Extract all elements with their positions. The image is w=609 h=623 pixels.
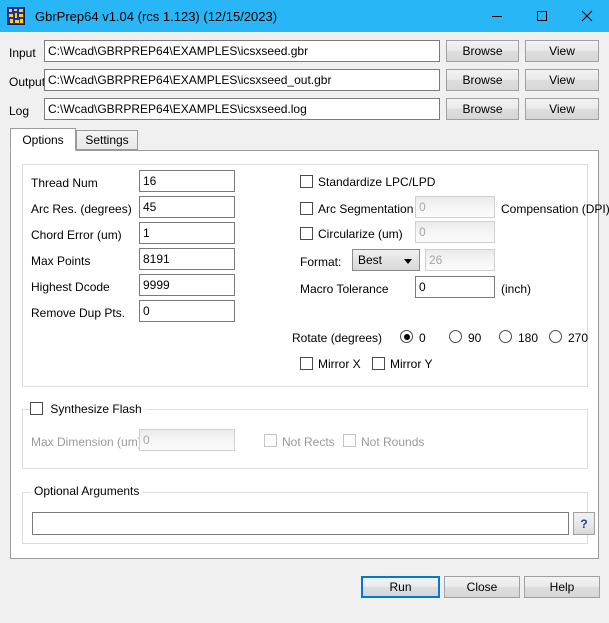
output-browse-button[interactable]: Browse [446,69,519,91]
rotate-radio-270-label: 270 [568,331,589,345]
tab-page-options: Thread Num 16 Arc Res. (degrees) 45 Chor… [10,150,609,559]
tab-settings[interactable]: Settings [76,130,138,150]
not-rects-checkbox[interactable] [264,434,277,447]
output-label: Output [9,75,46,89]
max-dimension-field[interactable]: 0 [139,429,235,451]
output-path-field[interactable]: C:\Wcad\GBRPREP64\EXAMPLES\icsxseed_out.… [44,69,440,91]
rotate-radio-180[interactable] [499,330,512,343]
close-icon[interactable] [564,0,609,32]
macro-tolerance-unit-label: (inch) [501,282,532,296]
macro-tolerance-field[interactable]: 0 [415,276,495,298]
log-view-button[interactable]: View [525,98,599,120]
remove-dup-pts-field[interactable]: 0 [139,300,235,322]
circularize-checkbox[interactable] [300,227,313,240]
input-path-field[interactable]: C:\Wcad\GBRPREP64\EXAMPLES\icsxseed.gbr [44,40,440,62]
thread-num-label: Thread Num [31,176,98,190]
rotate-radio-0[interactable] [400,330,413,343]
mirror-x-label: Mirror X [318,357,361,371]
highest-dcode-label: Highest Dcode [31,280,110,294]
arc-segmentation-field[interactable]: 0 [415,196,495,218]
rotate-radio-180-label: 180 [518,331,539,345]
close-button[interactable]: Close [444,576,520,598]
rotate-radio-90[interactable] [449,330,462,343]
log-path-field[interactable]: C:\Wcad\GBRPREP64\EXAMPLES\icsxseed.log [44,98,440,120]
rotate-degrees-label: Rotate (degrees) [292,331,383,345]
rotate-radio-270[interactable] [549,330,562,343]
synthesize-flash-checkbox[interactable] [30,402,43,415]
format-dropdown-value: Best [358,253,383,267]
minimize-icon[interactable] [474,0,519,32]
help-button[interactable]: Help [524,576,600,598]
output-view-button[interactable]: View [525,69,599,91]
run-button[interactable]: Run [361,576,440,598]
synthesize-flash-title-wrap: Synthesize Flash [30,402,146,416]
max-dimension-label: Max Dimension (um) [31,435,142,449]
maximize-icon[interactable] [519,0,564,32]
max-points-field[interactable]: 8191 [139,248,235,270]
mirror-x-checkbox[interactable] [300,357,313,370]
circularize-label: Circularize (um) [318,227,403,241]
not-rounds-label: Not Rounds [361,435,425,449]
arc-res-field[interactable]: 45 [139,196,235,218]
optional-arguments-input[interactable] [32,512,569,535]
remove-dup-pts-label: Remove Dup Pts. [31,306,126,320]
pcb-pads-icon [7,7,25,25]
mirror-y-checkbox[interactable] [372,357,385,370]
input-browse-button[interactable]: Browse [446,40,519,62]
chord-error-field[interactable]: 1 [139,222,235,244]
format-label: Format: [300,255,342,269]
title-bar: GbrPrep64 v1.04 (rcs 1.123) (12/15/2023) [0,0,609,32]
optional-arguments-help-button[interactable]: ? [573,512,595,535]
standardize-lpc-lpd-label: Standardize LPC/LPD [318,175,436,189]
compensation-dpi-label: Compensation (DPI) [501,202,609,216]
mirror-y-label: Mirror Y [390,357,433,371]
synthesize-flash-label: Synthesize Flash [50,402,142,416]
log-browse-button[interactable]: Browse [446,98,519,120]
rotate-radio-90-label: 90 [468,331,482,345]
window-controls [474,0,609,32]
highest-dcode-field[interactable]: 9999 [139,274,235,296]
arc-segmentation-label: Arc Segmentation [318,202,414,216]
tab-strip: Options Settings [10,128,599,151]
max-points-label: Max Points [31,254,91,268]
tab-options[interactable]: Options [10,128,76,151]
application-window: GbrPrep64 v1.04 (rcs 1.123) (12/15/2023)… [0,0,609,623]
format-dropdown[interactable]: Best [352,249,420,271]
optional-arguments-title: Optional Arguments [30,485,144,498]
chevron-down-icon [404,259,412,264]
input-label: Input [9,46,36,60]
chord-error-label: Chord Error (um) [31,228,122,242]
not-rounds-checkbox[interactable] [343,434,356,447]
thread-num-field[interactable]: 16 [139,170,235,192]
format-extra-field[interactable]: 26 [425,249,495,271]
arc-segmentation-checkbox[interactable] [300,202,313,215]
not-rects-label: Not Rects [282,435,335,449]
rotate-radio-0-label: 0 [419,331,426,345]
arc-res-label: Arc Res. (degrees) [31,202,132,216]
input-view-button[interactable]: View [525,40,599,62]
options-group [22,164,588,387]
log-label: Log [9,104,30,118]
circularize-field[interactable]: 0 [415,221,495,243]
macro-tolerance-label: Macro Tolerance [300,282,389,296]
standardize-lpc-lpd-checkbox[interactable] [300,175,313,188]
window-title: GbrPrep64 v1.04 (rcs 1.123) (12/15/2023) [35,8,278,24]
